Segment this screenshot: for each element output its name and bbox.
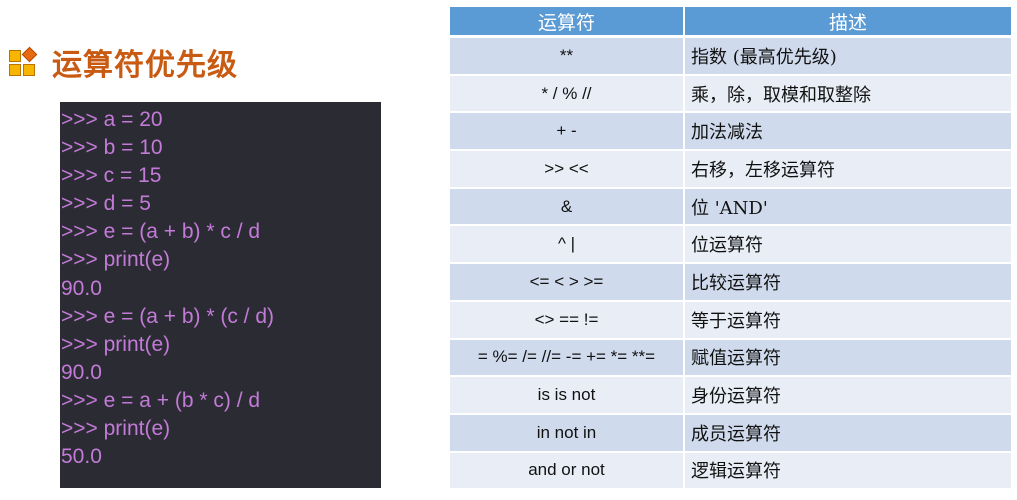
code-line: >>> a = 20 [61,108,163,131]
slide-header: 运算符优先级 [8,40,238,84]
code-panel: >>> a = 20 >>> b = 10 >>> c = 15 >>> d =… [60,102,381,488]
description-cell: 乘，除，取模和取整除 [685,75,1011,114]
operator-cell: is is not [450,377,685,415]
description-cell: 赋值运算符 [685,339,1011,378]
table-row: <> == != 等于运算符 [450,301,1011,340]
column-header-operator: 运算符 [450,7,685,38]
description-cell: 位运算符 [685,226,1011,265]
logo-square [9,64,21,76]
table-row: * / % // 乘，除，取模和取整除 [450,75,1011,114]
description-cell: 比较运算符 [685,264,1011,302]
code-line: >>> e = a + (b * c) / d [61,388,261,412]
description-cell: 指数 (最高优先级) [685,38,1011,76]
table-row: in not in 成员运算符 [450,414,1011,453]
table-row: & 位 'AND' [450,188,1011,227]
logo-diamond [21,46,38,63]
code-line: >>> print(e) [61,248,171,272]
table-row: <= < > >= 比较运算符 [450,264,1011,302]
code-line: >>> e = (a + b) * (c / d) [61,304,275,328]
code-output: 90.0 [61,276,102,300]
code-line: >>> print(e) [61,417,171,441]
operator-cell: & [450,188,685,227]
code-line: >>> print(e) [61,332,171,356]
operator-cell: in not in [450,414,685,453]
page-title: 运算符优先级 [52,48,238,83]
code-line: >>> b = 10 [61,136,163,160]
code-line: >>> d = 5 [61,192,151,216]
table-row: >> << 右移，左移运算符 [450,151,1011,189]
description-cell: 右移，左移运算符 [685,151,1011,189]
operator-cell: = %= /= //= -= += *= **= [450,339,685,378]
description-cell: 加法减法 [685,113,1011,152]
logo-square [23,64,35,76]
code-line: >>> e = (a + b) * c / d [61,220,261,244]
operator-cell: <> == != [450,301,685,340]
description-cell: 身份运算符 [685,377,1011,415]
operator-precedence-table: 运算符 描述 ** 指数 (最高优先级) * / % // 乘，除，取模和取整除… [450,7,1011,491]
table-row: = %= /= //= -= += *= **= 赋值运算符 [450,339,1011,378]
code-output: 90.0 [61,360,102,384]
description-cell: 成员运算符 [685,414,1011,453]
table-row: ^ | 位运算符 [450,226,1011,265]
operator-cell: >> << [450,151,685,189]
blocks-icon [8,46,38,77]
description-cell: 逻辑运算符 [685,452,1011,491]
column-header-description: 描述 [685,7,1011,38]
table-row: and or not 逻辑运算符 [450,452,1011,491]
operator-cell: * / % // [450,75,685,114]
operator-cell: ^ | [450,226,685,265]
description-cell: 位 'AND' [685,188,1011,227]
table-row: is is not 身份运算符 [450,377,1011,415]
description-cell: 等于运算符 [685,301,1011,340]
code-output: 50.0 [61,445,102,469]
operator-cell: ** [450,38,685,76]
operator-cell: and or not [450,452,685,491]
table-row: + - 加法减法 [450,113,1011,152]
code-line: >>> c = 15 [61,164,162,188]
table-header-row: 运算符 描述 [450,7,1011,38]
table-row: ** 指数 (最高优先级) [450,38,1011,76]
operator-cell: + - [450,113,685,152]
operator-cell: <= < > >= [450,264,685,302]
logo-square [9,50,21,62]
